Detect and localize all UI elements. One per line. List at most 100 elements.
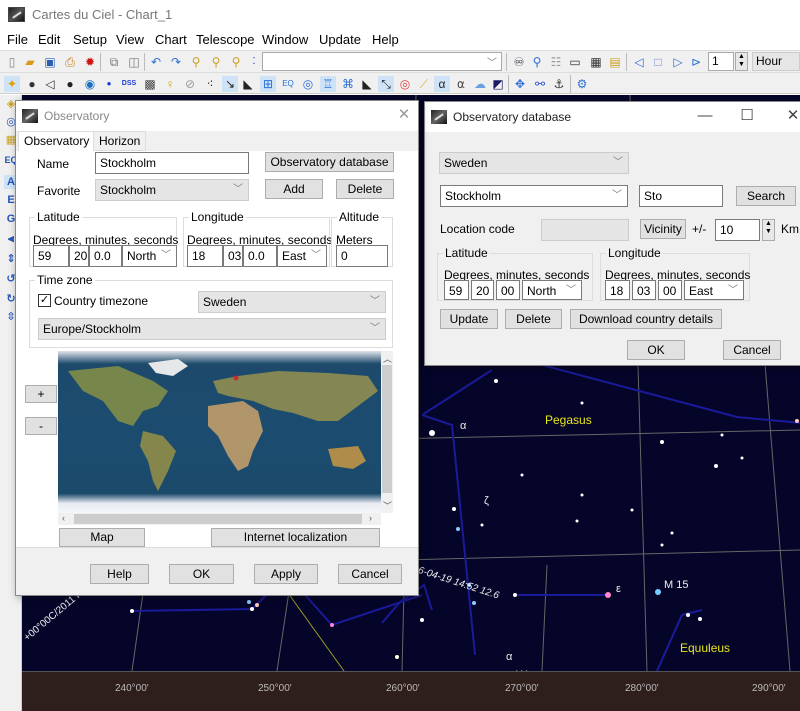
lat-degrees-input[interactable]: 59 bbox=[444, 280, 469, 300]
asteroid-icon[interactable]: ● bbox=[101, 76, 117, 92]
satellite-icon[interactable]: ⊘ bbox=[182, 76, 198, 92]
lon-minutes-input[interactable]: 03 bbox=[223, 245, 243, 267]
new-chart-icon[interactable]: ▯ bbox=[4, 54, 20, 70]
object-search-combo[interactable]: ﹀ bbox=[262, 52, 502, 71]
minimize-icon[interactable]: — bbox=[693, 106, 717, 126]
observatory-database-button[interactable]: Observatory database bbox=[265, 152, 394, 172]
menu-update[interactable]: Update bbox=[319, 32, 361, 47]
ruler-icon[interactable]: ⟋ bbox=[416, 76, 432, 92]
menu-chart[interactable]: Chart bbox=[155, 32, 187, 47]
compass-icon[interactable]: ◎ bbox=[300, 76, 316, 92]
calendar-icon[interactable]: ▦ bbox=[588, 54, 604, 70]
search-button[interactable]: Search bbox=[736, 186, 796, 206]
map-zoom-out-button[interactable]: - bbox=[25, 417, 57, 435]
timezone-country-select[interactable]: Sweden ﹀ bbox=[198, 291, 386, 313]
menu-window[interactable]: Window bbox=[262, 32, 308, 47]
lat-minutes-input[interactable]: 20 bbox=[69, 245, 89, 267]
lat-hemisphere-select[interactable]: North ﹀ bbox=[122, 245, 177, 267]
time-step-input[interactable]: 1 bbox=[708, 52, 734, 71]
internet-localization-button[interactable]: Internet localization bbox=[211, 528, 380, 547]
constellation-icon[interactable]: ⁖ bbox=[202, 76, 218, 92]
update-button[interactable]: Update bbox=[440, 309, 498, 329]
scroll-thumb[interactable] bbox=[74, 514, 362, 524]
color-scheme-icon[interactable]: ◩ bbox=[490, 76, 506, 92]
lon-degrees-input[interactable]: 18 bbox=[187, 245, 223, 267]
night-vision-icon[interactable]: ✹ bbox=[82, 54, 98, 70]
zoom-in-icon[interactable]: ⚲ bbox=[188, 54, 204, 70]
lon-seconds-input[interactable]: 0.0 bbox=[243, 245, 277, 267]
maximize-icon[interactable]: ☐ bbox=[735, 106, 759, 126]
scroll-left-icon[interactable]: ‹ bbox=[62, 513, 65, 523]
camera-icon[interactable]: ▩ bbox=[142, 76, 158, 92]
copy-icon[interactable]: ⧉ bbox=[106, 54, 122, 70]
stop-icon[interactable]: □ bbox=[650, 54, 666, 70]
dss-icon[interactable]: DSS bbox=[118, 76, 140, 92]
menu-setup[interactable]: Setup bbox=[73, 32, 107, 47]
m15-label[interactable]: M 15 bbox=[664, 579, 688, 591]
greek-letter-icon[interactable]: α bbox=[434, 76, 450, 92]
open-icon[interactable]: ▰ bbox=[22, 54, 38, 70]
add-favorite-button[interactable]: Add bbox=[265, 179, 323, 199]
window-icon[interactable]: ▭ bbox=[567, 54, 583, 70]
name-input[interactable]: Stockholm bbox=[95, 152, 249, 174]
download-country-button[interactable]: Download country details bbox=[570, 309, 722, 329]
timezone-select[interactable]: Europe/Stockholm ﹀ bbox=[38, 318, 386, 340]
scroll-up-icon[interactable]: ︿ bbox=[383, 352, 392, 365]
scroll-right-icon[interactable]: › bbox=[369, 513, 372, 523]
step-forward-icon[interactable]: ▷ bbox=[670, 54, 686, 70]
constellation-label-equuleus[interactable]: Equuleus bbox=[680, 641, 730, 655]
lat-seconds-input[interactable]: 0.0 bbox=[89, 245, 122, 267]
lamp-icon[interactable]: ♀ bbox=[162, 76, 178, 92]
list-icon[interactable]: ☷ bbox=[548, 54, 564, 70]
search-input[interactable]: Sto bbox=[639, 185, 723, 207]
eq-grid-icon[interactable]: EQ bbox=[280, 76, 296, 92]
menu-view[interactable]: View bbox=[116, 32, 144, 47]
planet-icon[interactable]: ◉ bbox=[82, 76, 98, 92]
close-icon[interactable]: ✕ bbox=[781, 106, 800, 126]
undo-icon[interactable]: ↶ bbox=[148, 54, 164, 70]
lat-minutes-input[interactable]: 20 bbox=[471, 280, 494, 300]
world-map[interactable] bbox=[58, 351, 381, 513]
time-unit-select[interactable]: Hour bbox=[752, 52, 800, 71]
binoculars-icon[interactable]: ♾ bbox=[511, 54, 527, 70]
line-icon[interactable]: ⤡ bbox=[378, 76, 394, 92]
print-icon[interactable]: ⎙ bbox=[62, 54, 78, 70]
field-of-view-icon[interactable]: ⁚ bbox=[246, 54, 262, 70]
move-icon[interactable]: ✥ bbox=[512, 76, 528, 92]
constellation-lines-icon[interactable]: ◣ bbox=[240, 76, 256, 92]
map-vertical-scrollbar[interactable]: ︿ ﹀ bbox=[381, 351, 393, 513]
ok-button[interactable]: OK bbox=[169, 564, 234, 584]
cancel-button[interactable]: Cancel bbox=[338, 564, 402, 584]
constellation-boundary-icon[interactable]: ♖ bbox=[320, 76, 336, 92]
map-horizontal-scrollbar[interactable]: ‹ › bbox=[58, 513, 381, 525]
zoom-icon[interactable]: ⚲ bbox=[228, 54, 244, 70]
lon-hemisphere-select[interactable]: East ﹀ bbox=[684, 280, 744, 300]
grid-icon[interactable]: ⊞ bbox=[260, 76, 276, 92]
split-view-icon[interactable]: ◫ bbox=[126, 54, 142, 70]
lon-minutes-input[interactable]: 03 bbox=[632, 280, 656, 300]
altitude-input[interactable]: 0 bbox=[336, 245, 388, 267]
delete-favorite-button[interactable]: Delete bbox=[336, 179, 394, 199]
db-cancel-button[interactable]: Cancel bbox=[723, 340, 781, 360]
comet-icon[interactable]: ◁ bbox=[42, 76, 58, 92]
favorite-select[interactable]: Stockholm ﹀ bbox=[95, 179, 249, 201]
settings-icon[interactable]: ⚙ bbox=[574, 76, 590, 92]
dialog-titlebar[interactable]: Observatory database — ☐ ✕ bbox=[425, 102, 800, 132]
anchor-icon[interactable]: ⚓ bbox=[551, 76, 567, 92]
link-icon[interactable]: ⚯ bbox=[532, 76, 548, 92]
menu-help[interactable]: Help bbox=[372, 32, 399, 47]
menu-telescope[interactable]: Telescope bbox=[196, 32, 255, 47]
step-back-icon[interactable]: ◁ bbox=[631, 54, 647, 70]
constellation-label-pegasus[interactable]: Pegasus bbox=[545, 413, 592, 427]
tab-horizon[interactable]: Horizon bbox=[93, 131, 147, 151]
time-icon[interactable]: ▤ bbox=[607, 54, 623, 70]
target-icon[interactable]: ◎ bbox=[397, 76, 413, 92]
find-object-icon[interactable]: ⚲ bbox=[529, 54, 545, 70]
apply-button[interactable]: Apply bbox=[254, 564, 318, 584]
location-code-input[interactable] bbox=[541, 219, 629, 241]
animate-icon[interactable]: ⊳ bbox=[688, 54, 704, 70]
lat-degrees-input[interactable]: 59 bbox=[33, 245, 69, 267]
help-button[interactable]: Help bbox=[90, 564, 149, 584]
lat-seconds-input[interactable]: 00 bbox=[496, 280, 520, 300]
close-icon[interactable]: ✕ bbox=[392, 105, 416, 125]
